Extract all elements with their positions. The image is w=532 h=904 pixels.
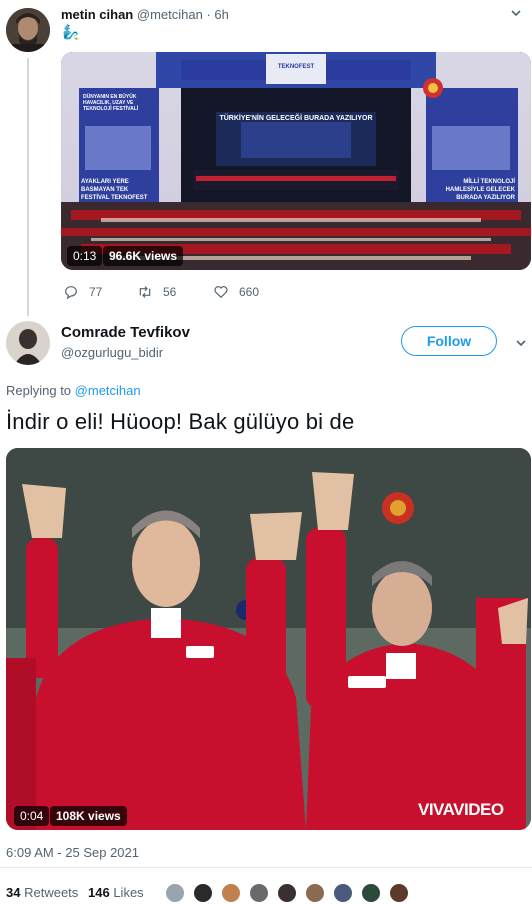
likes-stat[interactable]: 146 Likes <box>88 885 144 900</box>
likes-count: 146 <box>88 885 110 900</box>
stage-screen-text: TÜRKİYE'NİN GELECEĞİ BURADA YAZILIYOR <box>219 115 373 122</box>
retweets-stat[interactable]: 34 Retweets <box>6 885 78 900</box>
handle[interactable]: @metcihan <box>137 7 203 22</box>
retweets-count: 34 <box>6 885 21 900</box>
right-banner-text: MİLLİ TEKNOLOJİ HAMLESİYLE GELECEK BURAD… <box>445 179 515 201</box>
more-options-icon[interactable] <box>514 336 528 355</box>
video-player[interactable]: 0:04 108K views VIVAVIDEO <box>6 448 531 830</box>
video-views: 96.6K views <box>109 249 178 263</box>
separator: · <box>206 7 211 22</box>
video-duration: 0:04 <box>20 809 44 823</box>
retweet-button[interactable]: 56 <box>137 284 176 300</box>
replying-label: Replying to <box>6 383 72 398</box>
like-count: 660 <box>239 285 260 299</box>
display-name[interactable]: metin cihan <box>61 7 133 22</box>
tweet-timestamp[interactable]: 6:09 AM - 25 Sep 2021 <box>6 845 139 860</box>
thread-line <box>27 58 29 316</box>
retweet-icon <box>139 286 151 298</box>
heart-icon <box>214 286 228 299</box>
handle[interactable]: @ozgurlugu_bidir <box>61 345 163 360</box>
left-panel-text: DÜNYANIN EN BÜYÜK HAVACILIK, UZAY VE TEK… <box>83 94 139 112</box>
video-views: 108K views <box>56 809 121 823</box>
avatar-photo-icon <box>6 8 50 52</box>
tweet-text: İndir o eli! Hüoop! Bak gülüyo bi de <box>6 409 355 434</box>
waving-men-video-thumbnail <box>6 448 531 830</box>
avatar-photo-icon <box>6 321 50 365</box>
stage-top-sign: TEKNOFEST <box>277 64 315 70</box>
replying-to: Replying to @metcihan <box>6 383 141 398</box>
display-name[interactable]: Comrade Tevfikov <box>61 324 190 341</box>
left-banner-text: AYAKLARI YERE BASMAYAN TEK FESTİVAL TEKN… <box>81 179 148 201</box>
reply-count: 77 <box>89 285 103 299</box>
like-button[interactable]: 660 <box>213 284 259 300</box>
avatar[interactable] <box>6 8 50 52</box>
reply-button[interactable]: 77 <box>63 284 102 300</box>
more-options-icon[interactable] <box>509 6 523 25</box>
video-player[interactable]: TÜRKİYE'NİN GELECEĞİ BURADA YAZILIYOR TE… <box>61 52 531 270</box>
video-duration: 0:13 <box>73 249 97 263</box>
avatar[interactable] <box>6 321 50 365</box>
tweet-time[interactable]: 6h <box>214 7 228 22</box>
tweet-text: 🧞‍♂️ <box>62 24 80 40</box>
likes-label: Likes <box>113 885 144 900</box>
reply-icon <box>65 286 77 300</box>
retweets-label: Retweets <box>24 885 79 900</box>
stage-video-thumbnail <box>61 52 531 270</box>
tweet-header: metin cihan @metcihan · 6h <box>61 7 229 22</box>
video-watermark: VIVAVIDEO <box>418 800 504 819</box>
replying-to-link[interactable]: @metcihan <box>75 383 141 398</box>
follow-button[interactable]: Follow <box>401 326 497 356</box>
divider <box>0 867 532 868</box>
retweet-count: 56 <box>163 285 177 299</box>
